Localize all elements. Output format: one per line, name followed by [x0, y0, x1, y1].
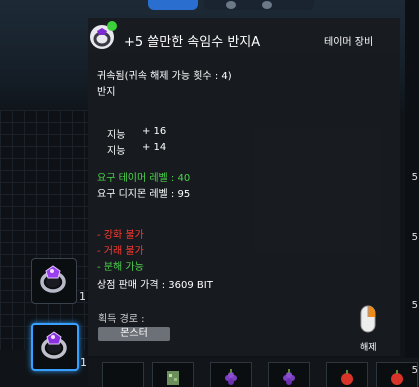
item-type: 반지	[97, 87, 116, 98]
quickslot-item[interactable]	[268, 362, 310, 387]
scene-right-edge	[405, 0, 419, 386]
quickslot[interactable]	[102, 362, 144, 387]
required-digimon-level: 요구 디지몬 레벨 : 95	[97, 189, 191, 200]
mouse-right-click-icon	[360, 305, 376, 333]
quickslot-item[interactable]	[210, 362, 252, 387]
equipped-badge	[107, 21, 117, 31]
grape-icon	[283, 369, 295, 385]
restriction-enhance: - 강화 불가	[97, 230, 144, 241]
required-tamer-level: 요구 테이머 레벨 : 40	[97, 173, 191, 184]
green-block-icon	[167, 371, 179, 385]
top-menu-tab-active[interactable]	[148, 0, 198, 10]
slot-item-count: 1	[80, 356, 87, 369]
scene-grid-floor	[0, 110, 88, 350]
stat-value: + 16	[142, 126, 167, 137]
inventory-slot-ring-selected[interactable]: 1	[31, 323, 87, 371]
slot-item-count: 1	[79, 290, 86, 303]
stat-name: 지능	[107, 146, 126, 157]
edge-count: 5	[411, 300, 418, 311]
apple-icon	[341, 370, 353, 385]
restriction-trade: - 거래 불가	[97, 246, 144, 257]
grape-icon	[225, 369, 237, 385]
acquire-route-label: 획득 경로 :	[98, 314, 145, 325]
edge-count: 5	[411, 365, 418, 376]
item-header-icon	[89, 21, 117, 50]
apple-icon	[391, 370, 403, 385]
top-menu-icon-a[interactable]	[226, 1, 236, 9]
shop-sell-price: 상점 판매 가격 : 3609 BIT	[97, 280, 213, 291]
restriction-disassemble: - 분해 가능	[97, 262, 144, 273]
stat-name: 지능	[107, 130, 126, 141]
purple-ring-icon	[40, 265, 66, 293]
top-menu-icon-b[interactable]	[262, 1, 272, 9]
stat-value: + 14	[142, 142, 167, 153]
item-title: +5 쓸만한 속임수 반지A	[124, 35, 261, 50]
purple-ring-icon	[41, 331, 67, 359]
edge-count: 5	[411, 172, 418, 183]
acquire-source-button[interactable]: 몬스터	[98, 327, 170, 341]
top-menu-tab-bar[interactable]	[204, 0, 314, 10]
item-category: 테이머 장비	[324, 37, 374, 48]
quickslot-item[interactable]	[152, 362, 194, 387]
edge-count: 5	[411, 232, 418, 243]
unequip-hint: 해제	[360, 343, 377, 353]
bind-info: 귀속됨(귀속 해제 가능 횟수 : 4)	[97, 71, 232, 82]
inventory-slot-ring[interactable]: 1	[31, 258, 86, 304]
quickslot-item[interactable]	[326, 362, 368, 387]
